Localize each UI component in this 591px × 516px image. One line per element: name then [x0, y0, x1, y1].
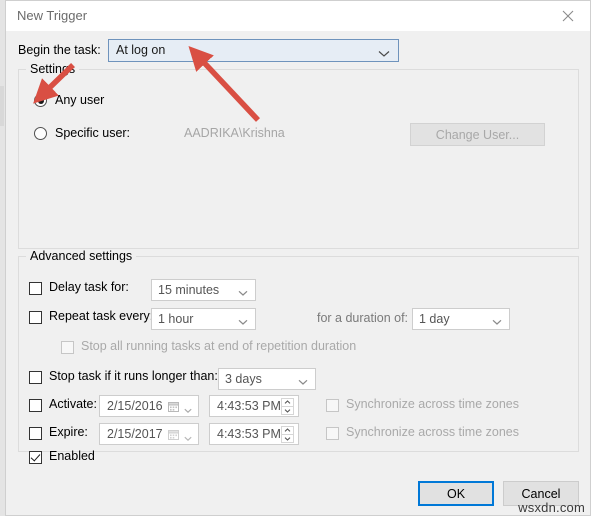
enabled-checkbox[interactable] [29, 451, 42, 464]
begin-task-row: Begin the task: At log on [18, 39, 578, 63]
repeat-task-combobox[interactable]: 1 hour [151, 308, 256, 330]
expire-date-field[interactable]: 2/15/2017 [99, 423, 199, 445]
expire-checkbox[interactable] [29, 427, 42, 440]
time-spinner[interactable] [281, 426, 294, 443]
expire-time-field[interactable]: 4:43:53 PM [209, 423, 299, 445]
repeat-task-checkbox[interactable] [29, 311, 42, 324]
expire-sync-label: Synchronize across time zones [346, 425, 519, 439]
stop-task-longer-checkbox[interactable] [29, 371, 42, 384]
advanced-settings-group-legend: Advanced settings [26, 249, 137, 263]
activate-label: Activate: [49, 397, 97, 411]
delay-task-checkbox[interactable] [29, 282, 42, 295]
chevron-down-icon [238, 286, 248, 300]
calendar-icon [168, 401, 179, 412]
activate-time-field[interactable]: 4:43:53 PM [209, 395, 299, 417]
chevron-down-icon [184, 403, 192, 417]
any-user-radio[interactable] [34, 94, 47, 107]
title-bar: New Trigger [6, 1, 590, 31]
time-spinner[interactable] [281, 398, 294, 415]
dialog-window: New Trigger Begin the task: At log on Se… [5, 0, 591, 516]
delay-task-combobox[interactable]: 15 minutes [151, 279, 256, 301]
background-window-edge-accent [0, 86, 4, 126]
activate-time-value: 4:43:53 PM [217, 399, 281, 413]
window-title: New Trigger [17, 8, 88, 23]
delay-task-label: Delay task for: [49, 280, 129, 294]
expire-sync-checkbox [326, 427, 339, 440]
stop-all-running-label: Stop all running tasks at end of repetit… [81, 339, 357, 353]
any-user-label: Any user [55, 93, 105, 107]
settings-group-legend: Settings [26, 62, 80, 76]
enabled-label: Enabled [49, 449, 95, 463]
specific-user-radio[interactable] [34, 127, 47, 140]
change-user-button[interactable]: Change User... [410, 123, 545, 146]
activate-date-value: 2/15/2016 [107, 399, 163, 413]
chevron-down-icon [378, 47, 390, 61]
new-trigger-dialog-screenshot: New Trigger Begin the task: At log on Se… [0, 0, 591, 516]
activate-date-field[interactable]: 2/15/2016 [99, 395, 199, 417]
chevron-down-icon [298, 375, 308, 389]
expire-label: Expire: [49, 425, 88, 439]
delay-task-value: 15 minutes [158, 283, 220, 297]
repeat-task-label: Repeat task every: [49, 309, 154, 323]
stop-all-running-checkbox [61, 341, 74, 354]
expire-date-value: 2/15/2017 [107, 427, 163, 441]
chevron-down-icon [492, 315, 502, 329]
stop-task-longer-value: 3 days [225, 372, 262, 386]
begin-task-combobox[interactable]: At log on [108, 39, 399, 62]
calendar-icon [168, 429, 179, 440]
close-icon[interactable] [545, 1, 590, 30]
activate-checkbox[interactable] [29, 399, 42, 412]
watermark: wsxdn.com [518, 500, 585, 515]
chevron-down-icon [184, 431, 192, 445]
chevron-down-icon [238, 315, 248, 329]
activate-sync-checkbox [326, 399, 339, 412]
dialog-body: Begin the task: At log on Settings Any u… [6, 31, 590, 515]
activate-sync-label: Synchronize across time zones [346, 397, 519, 411]
specific-user-label: Specific user: [55, 126, 131, 140]
begin-task-label: Begin the task: [18, 43, 101, 57]
specific-user-value: AADRIKA\Krishna [184, 126, 285, 140]
repeat-task-value: 1 hour [158, 312, 194, 326]
duration-combobox[interactable]: 1 day [412, 308, 510, 330]
stop-task-longer-combobox[interactable]: 3 days [218, 368, 316, 390]
begin-task-value: At log on [116, 43, 166, 57]
stop-task-longer-label: Stop task if it runs longer than: [49, 369, 218, 383]
expire-time-value: 4:43:53 PM [217, 427, 281, 441]
duration-value: 1 day [419, 312, 450, 326]
duration-label: for a duration of: [317, 311, 409, 325]
ok-button[interactable]: OK [418, 481, 494, 506]
